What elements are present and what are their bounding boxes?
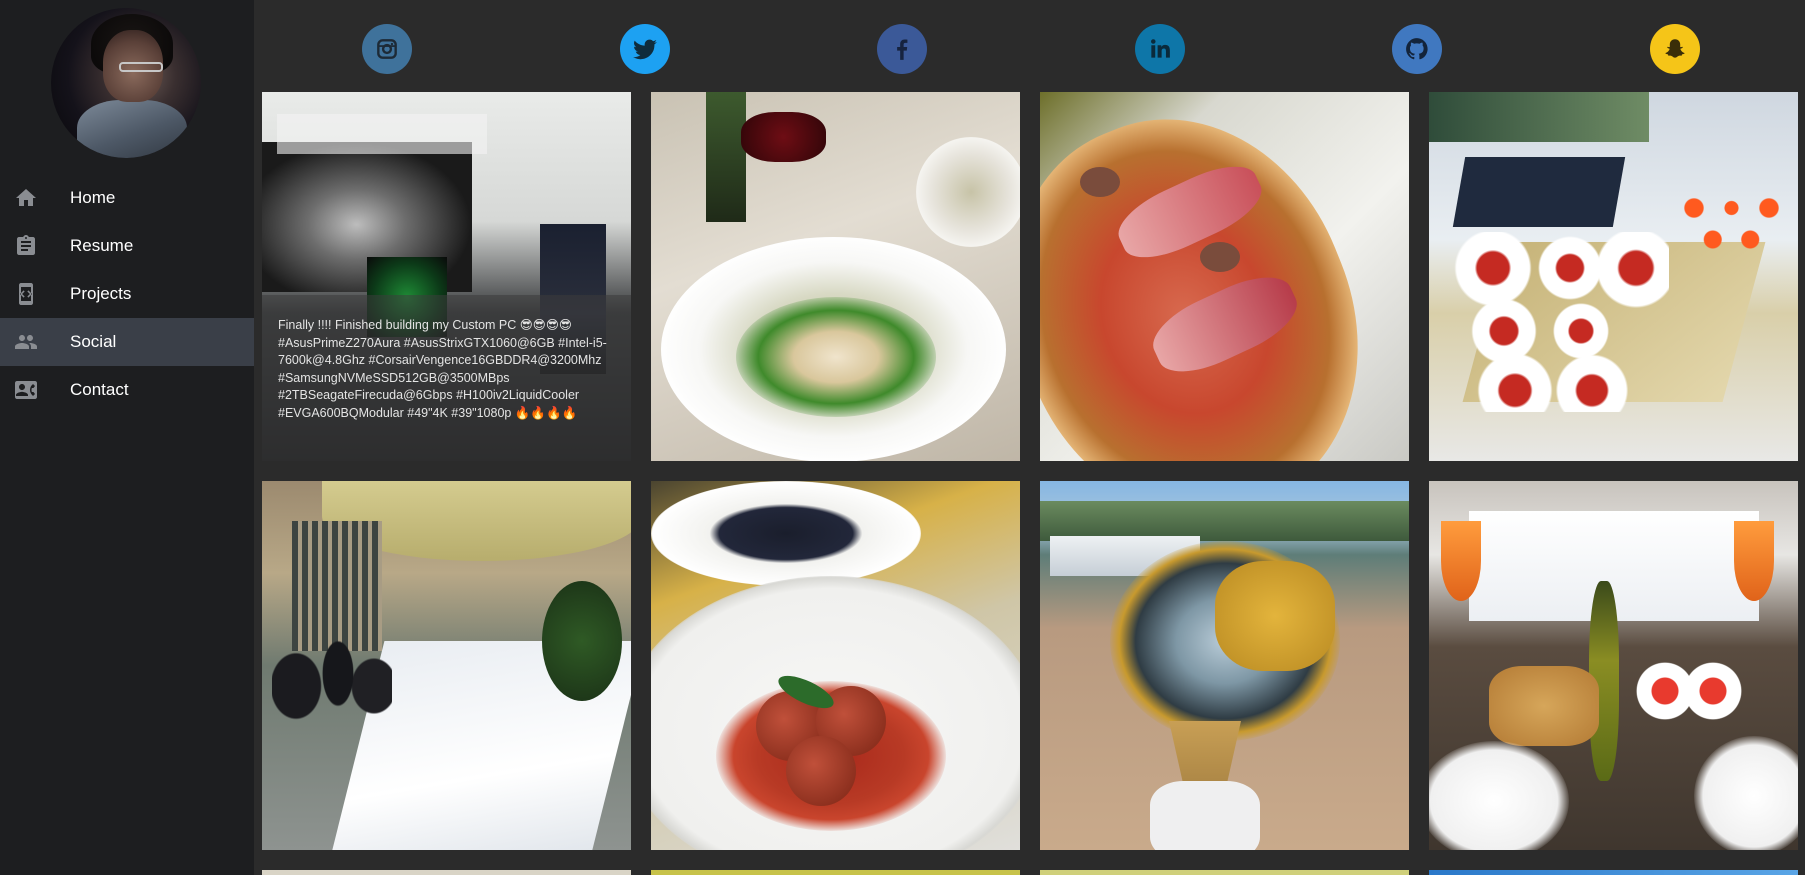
sidebar-item-label: Projects — [70, 284, 132, 303]
github-link[interactable] — [1392, 24, 1442, 74]
people-icon — [13, 329, 39, 355]
twitter-icon — [633, 39, 657, 60]
gallery-post[interactable] — [1429, 92, 1798, 461]
clipboard-icon — [13, 233, 39, 259]
sidebar-item-social[interactable]: Social — [0, 318, 254, 366]
gallery-post[interactable]: Finally !!!! Finished building my Custom… — [262, 92, 631, 461]
gallery-post[interactable] — [1040, 92, 1409, 461]
sidebar-item-label: Home — [70, 188, 116, 207]
sidebar: Home Resume Projects Social Contact — [0, 0, 254, 875]
sidebar-item-label: Resume — [70, 236, 134, 255]
github-icon — [1406, 38, 1428, 60]
sidebar-item-projects[interactable]: Projects — [0, 270, 254, 318]
sidebar-item-contact[interactable]: Contact — [0, 366, 254, 414]
snapchat-icon — [1665, 39, 1685, 58]
home-icon — [13, 185, 39, 211]
gallery-post[interactable] — [651, 92, 1020, 461]
sidebar-item-label: Contact — [70, 380, 129, 399]
facebook-icon — [897, 39, 908, 60]
gallery-post[interactable] — [262, 870, 631, 875]
linkedin-link[interactable] — [1135, 24, 1185, 74]
sidebar-item-label: Social — [70, 332, 117, 351]
linkedin-icon — [1151, 39, 1170, 58]
code-icon — [13, 281, 39, 307]
gallery-post[interactable] — [262, 481, 631, 850]
gallery-post[interactable] — [651, 481, 1020, 850]
gallery-post[interactable] — [1040, 870, 1409, 875]
avatar — [51, 8, 201, 158]
twitter-link[interactable] — [620, 24, 670, 74]
post-caption: Finally !!!! Finished building my Custom… — [262, 295, 631, 461]
contact-card-icon — [13, 377, 39, 403]
gallery-post[interactable] — [1429, 481, 1798, 850]
social-links-bar — [254, 0, 1805, 92]
gallery-post[interactable] — [1040, 481, 1409, 850]
sidebar-nav: Home Resume Projects Social Contact — [0, 174, 254, 414]
gallery-post[interactable] — [651, 870, 1020, 875]
sidebar-item-home[interactable]: Home — [0, 174, 254, 222]
snapchat-link[interactable] — [1650, 24, 1700, 74]
instagram-link[interactable] — [362, 24, 412, 74]
instagram-icon — [377, 39, 397, 59]
sidebar-item-resume[interactable]: Resume — [0, 222, 254, 270]
gallery-post[interactable] — [1429, 870, 1798, 875]
facebook-link[interactable] — [877, 24, 927, 74]
